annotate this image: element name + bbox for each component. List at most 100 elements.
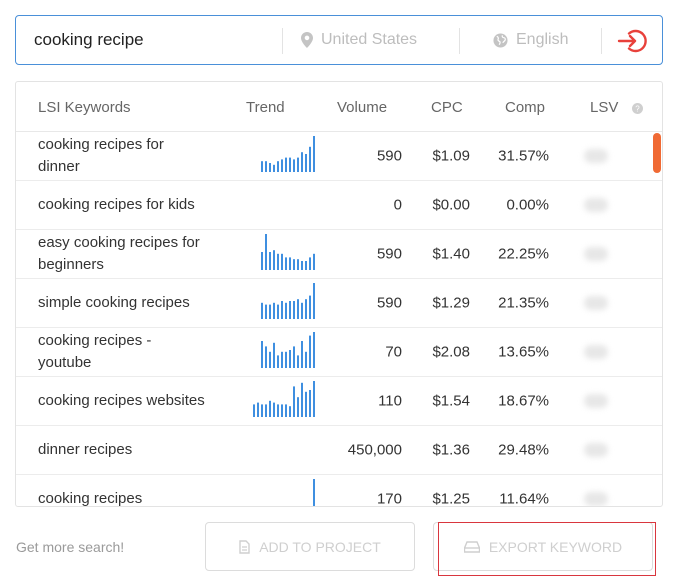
table-row[interactable]: cooking recipes websites 110 $1.54 18.67% [16, 377, 662, 426]
header-cpc[interactable]: CPC [431, 99, 463, 116]
keyword-cell[interactable]: cooking recipes for kids [38, 194, 208, 216]
trend-bar [293, 259, 295, 270]
trend-bar [297, 355, 299, 368]
location-label: United States [321, 31, 418, 48]
lsv-blurred-value [584, 394, 608, 408]
trend-bar [285, 302, 287, 319]
trend-bar [261, 341, 263, 368]
globe-icon [493, 32, 508, 48]
trend-bar [277, 161, 279, 172]
trend-bar [273, 342, 275, 368]
comp-cell: 11.64% [499, 490, 549, 507]
trend-bar [281, 404, 283, 417]
trend-bar [289, 301, 291, 319]
trend-bar [273, 302, 275, 319]
document-icon [239, 539, 250, 554]
trend-sparkline [253, 479, 317, 506]
trend-bar [269, 252, 271, 270]
keyword-cell[interactable]: cooking recipes for dinner [38, 134, 208, 178]
trend-bar [301, 261, 303, 270]
trend-sparkline [253, 430, 317, 466]
trend-sparkline [253, 381, 317, 417]
language-select[interactable]: English [493, 31, 568, 49]
header-keyword[interactable]: LSI Keywords [38, 99, 131, 116]
cpc-cell: $1.40 [432, 245, 470, 263]
location-pin-icon [301, 32, 313, 48]
header-comp[interactable]: Comp [505, 99, 545, 116]
focus-outline [438, 522, 656, 576]
trend-bar [265, 346, 267, 368]
trend-bar [301, 302, 303, 319]
trend-bar [313, 136, 315, 172]
cpc-cell: $1.36 [432, 441, 470, 459]
table-row[interactable]: cooking recipes 170 $1.25 11.64% [16, 475, 662, 507]
trend-bar [265, 234, 267, 270]
more-search-text: Get more search! [16, 539, 125, 555]
cpc-cell: $1.09 [432, 147, 470, 165]
trend-bar [313, 283, 315, 319]
table-row[interactable]: easy cooking recipes for beginners 590 $1.… [16, 230, 662, 279]
trend-bar [305, 261, 307, 270]
trend-bar [269, 304, 271, 319]
trend-bar [305, 299, 307, 319]
trend-bar [269, 351, 271, 368]
search-input[interactable]: cooking recipe [34, 30, 144, 50]
trend-bar [261, 404, 263, 417]
trend-bar [285, 257, 287, 270]
divider [601, 28, 602, 54]
lsv-blurred-value [584, 443, 608, 457]
lsv-blurred-value [584, 345, 608, 359]
lsv-blurred-value [584, 296, 608, 310]
table-row[interactable]: cooking recipes for kids 0 $0.00 0.00% [16, 181, 662, 230]
trend-bar [313, 332, 315, 368]
trend-sparkline [253, 332, 317, 368]
trend-bar [313, 479, 315, 506]
lsv-blurred-value [584, 492, 608, 506]
trend-bar [277, 355, 279, 368]
trend-bar [269, 163, 271, 172]
add-to-project-button[interactable]: ADD TO PROJECT [205, 522, 415, 571]
volume-cell: 70 [385, 343, 402, 361]
trend-bar [297, 259, 299, 270]
comp-cell: 0.00% [506, 196, 549, 214]
table-row[interactable]: cooking recipes - youtube 70 $2.08 13.65% [16, 328, 662, 377]
trend-bar [289, 257, 291, 270]
header-lsv[interactable]: LSV [590, 99, 618, 116]
trend-bar [297, 397, 299, 417]
trend-bar [293, 386, 295, 417]
arrow-enter-icon [617, 29, 647, 53]
cpc-cell: $1.54 [432, 392, 470, 410]
search-bar: cooking recipe United States English [15, 15, 663, 65]
divider [282, 28, 283, 54]
keyword-cell[interactable]: simple cooking recipes [38, 292, 208, 314]
header-trend[interactable]: Trend [246, 99, 285, 116]
add-to-project-label: ADD TO PROJECT [259, 538, 381, 555]
comp-cell: 22.25% [498, 245, 549, 263]
trend-bar [261, 302, 263, 319]
table-row[interactable]: simple cooking recipes 590 $1.29 21.35% [16, 279, 662, 328]
table-row[interactable]: cooking recipes for dinner 590 $1.09 31.57% [16, 132, 662, 181]
scrollbar-thumb[interactable] [653, 133, 661, 173]
keyword-cell[interactable]: cooking recipes [38, 488, 208, 506]
trend-bar [313, 253, 315, 270]
trend-bar [265, 404, 267, 417]
trend-bar [285, 404, 287, 417]
lsv-blurred-value [584, 247, 608, 261]
help-icon[interactable]: ? [632, 103, 643, 114]
trend-bar [293, 346, 295, 368]
cpc-cell: $0.00 [432, 196, 470, 214]
location-select[interactable]: United States [301, 31, 417, 49]
keyword-cell[interactable]: cooking recipes - youtube [38, 330, 208, 374]
trend-bar [253, 404, 255, 417]
header-volume[interactable]: Volume [337, 99, 387, 116]
keyword-cell[interactable]: easy cooking recipes for beginners [38, 232, 208, 276]
trend-bar [281, 351, 283, 368]
trend-bar [289, 350, 291, 368]
trend-bar [309, 335, 311, 368]
table-row[interactable]: dinner recipes 450,000 $1.36 29.48% [16, 426, 662, 475]
trend-bar [265, 304, 267, 319]
comp-cell: 13.65% [498, 343, 549, 361]
search-submit-button[interactable] [616, 26, 648, 56]
keyword-cell[interactable]: dinner recipes [38, 439, 208, 461]
keyword-cell[interactable]: cooking recipes websites [38, 390, 208, 412]
